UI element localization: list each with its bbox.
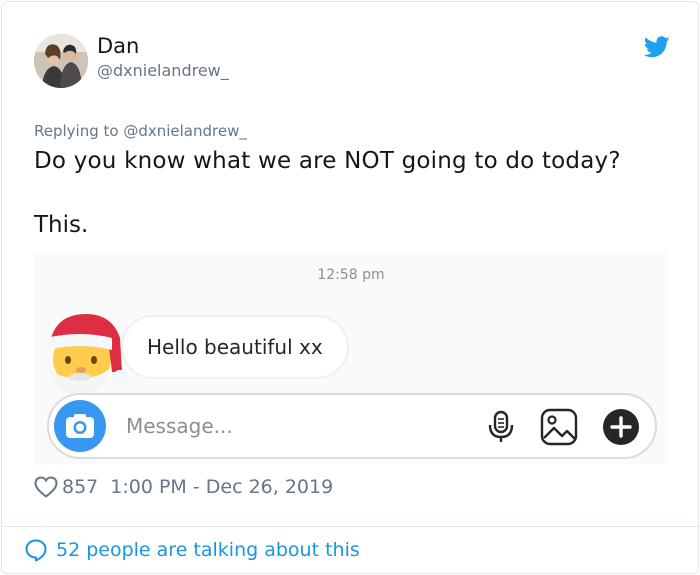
display-name[interactable]: Dan xyxy=(97,34,139,58)
avatar[interactable] xyxy=(34,34,88,88)
like-count[interactable]: 857 xyxy=(62,476,98,498)
tweet-card: Dan @dxnielandrew_ Replying to @dxnielan… xyxy=(1,1,699,574)
replying-to: Replying to @dxnielandrew_ xyxy=(34,122,247,140)
tweet-meta: 857 1:00 PM - Dec 26, 2019 xyxy=(34,476,333,498)
message-timestamp: 12:58 pm xyxy=(317,267,385,283)
divider xyxy=(2,526,698,527)
message-text: Hello beautiful xx xyxy=(147,335,323,359)
camera-icon xyxy=(66,414,94,438)
message-input[interactable] xyxy=(126,412,426,440)
message-bubble: Hello beautiful xx xyxy=(121,315,349,379)
conversation-link[interactable]: 52 people are talking about this xyxy=(24,538,360,562)
tweet-text-line2: This. xyxy=(34,212,89,238)
santa-emoji-icon xyxy=(46,314,126,395)
plus-icon[interactable] xyxy=(602,408,640,446)
conversation-text[interactable]: 52 people are talking about this xyxy=(56,539,360,561)
twitter-bird-icon[interactable] xyxy=(644,36,670,58)
tweet-text-line1: Do you know what we are NOT going to do … xyxy=(34,148,621,174)
user-handle[interactable]: @dxnielandrew_ xyxy=(97,61,229,80)
tweet-timestamp[interactable]: 1:00 PM - Dec 26, 2019 xyxy=(110,476,333,498)
heart-icon[interactable] xyxy=(34,476,58,498)
gallery-icon[interactable] xyxy=(540,408,578,446)
camera-button[interactable] xyxy=(54,400,106,452)
dm-screenshot: 12:58 pm Hello beautiful xx xyxy=(34,254,668,464)
comment-bubble-icon xyxy=(25,539,47,562)
message-composer xyxy=(47,393,657,459)
microphone-icon[interactable] xyxy=(486,410,516,444)
